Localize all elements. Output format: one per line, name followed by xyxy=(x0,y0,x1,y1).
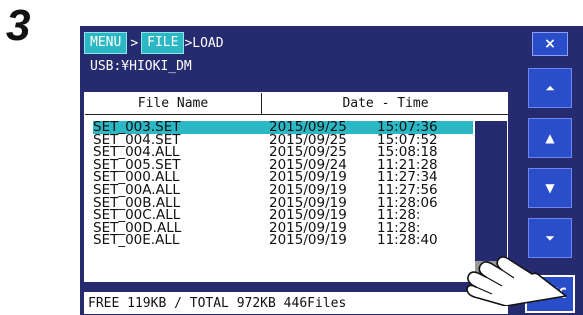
file-rows: SET_003.SET 2015/09/25 15:07:36 SET_004.SET… xyxy=(93,120,473,247)
breadcrumb-separator: > xyxy=(130,35,139,51)
up-arrow-icon: ▲ xyxy=(545,131,555,145)
file-row[interactable]: SET_00E.ALL 2015/09/19 11:28:40 xyxy=(93,234,473,247)
scroll-down-button[interactable]: ▼ xyxy=(528,168,572,208)
double-up-arrow-icon: ⏶ xyxy=(545,80,555,95)
file-date-cell: 2015/09/19 xyxy=(269,232,347,249)
breadcrumb: MENU > FILE >LOAD xyxy=(84,32,224,54)
breadcrumb-load: >LOAD xyxy=(184,35,224,51)
scroll-top-button[interactable]: ⏶ xyxy=(528,68,572,108)
current-path: USB:¥HIOKI_DM xyxy=(90,59,192,74)
breadcrumb-file[interactable]: FILE xyxy=(141,32,185,54)
scroll-up-button[interactable]: ▲ xyxy=(528,118,572,158)
file-list: File Name Date - Time SET_003.SET 2015/09… xyxy=(84,92,509,282)
file-list-header: File Name Date - Time xyxy=(85,93,509,115)
step-number: 3 xyxy=(6,1,31,50)
storage-status: FREE 119KB / TOTAL 972KB 446Files xyxy=(84,292,508,314)
load-dialog: MENU > FILE >LOAD × USB:¥HIOKI_DM File N… xyxy=(80,26,583,315)
breadcrumb-menu[interactable]: MENU xyxy=(84,32,128,54)
file-time-cell: 11:28:40 xyxy=(377,232,438,249)
pointing-hand-icon xyxy=(466,256,567,306)
file-name-cell: SET_00E.ALL xyxy=(93,232,180,249)
column-date-time[interactable]: Date - Time xyxy=(262,93,509,114)
down-arrow-icon: ▼ xyxy=(545,181,555,195)
close-button[interactable]: × xyxy=(532,32,568,56)
column-file-name[interactable]: File Name xyxy=(85,93,262,114)
